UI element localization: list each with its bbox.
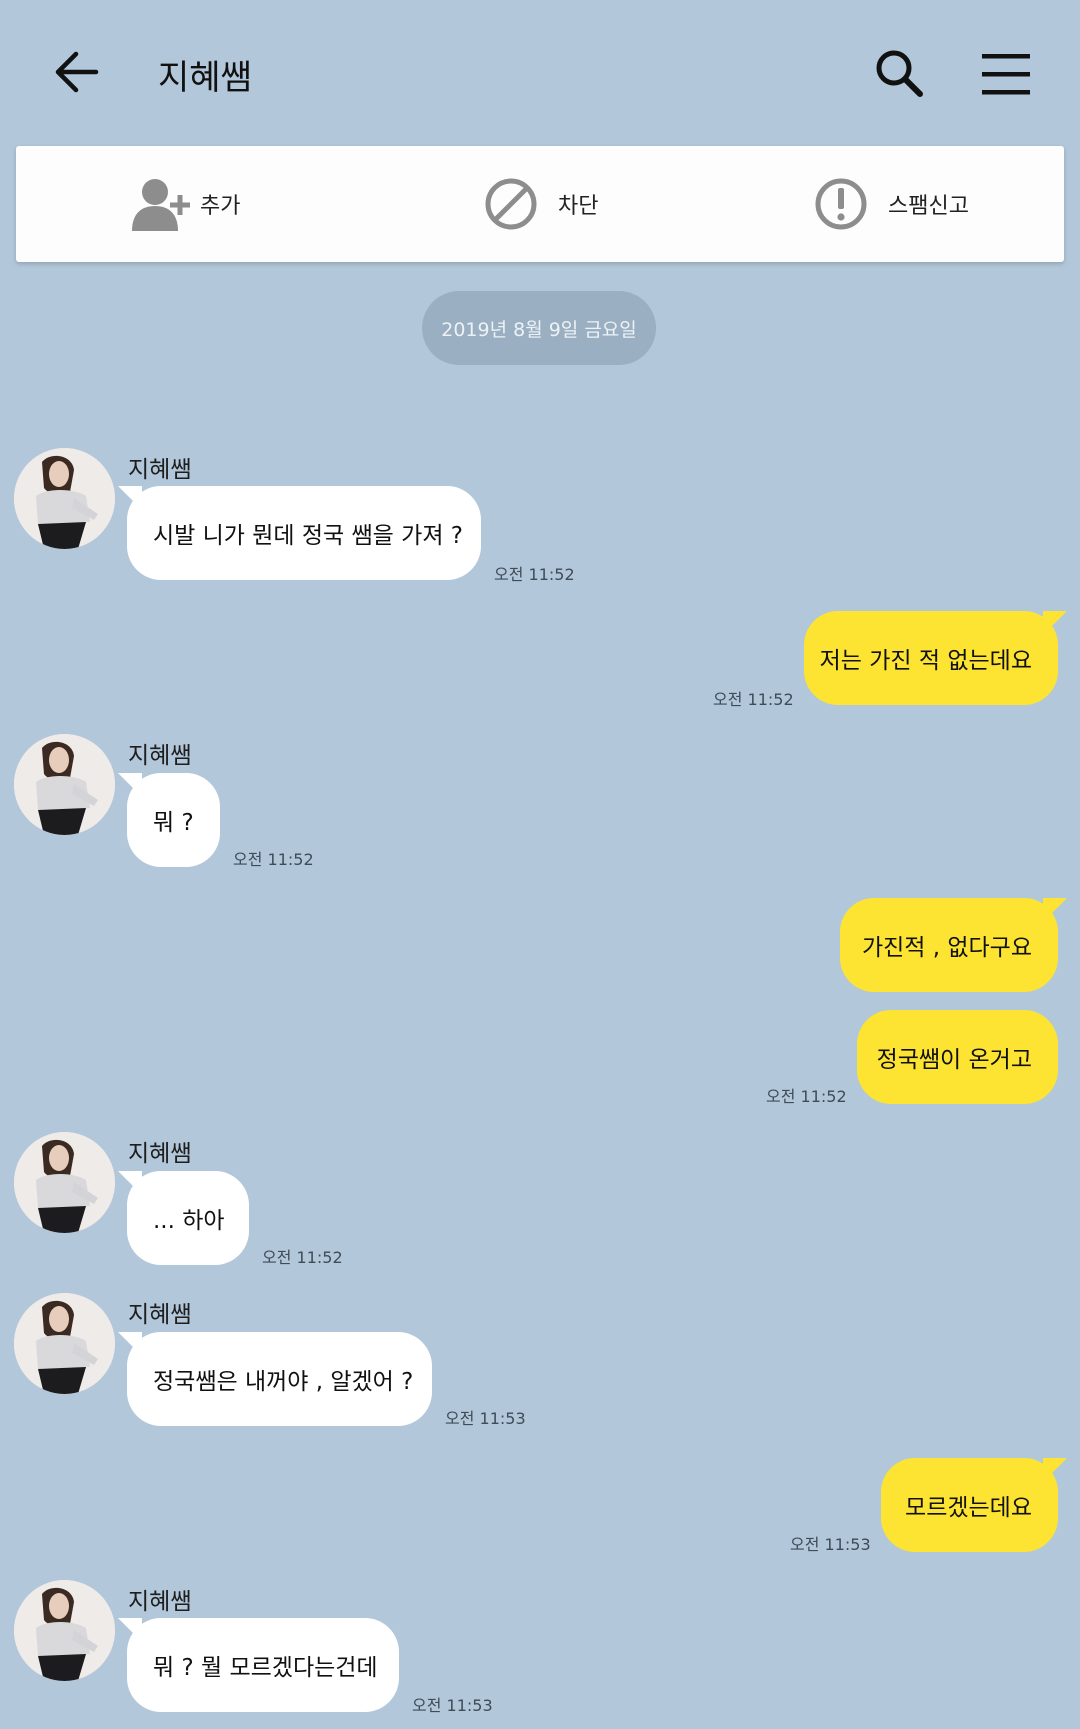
message-text: 저는 가진 적 없는데요 xyxy=(819,648,1032,674)
profile-photo xyxy=(14,1580,115,1681)
message-bubble[interactable]: 모르겠는데요 xyxy=(881,1458,1067,1552)
message-text: ... 하아 xyxy=(153,1208,225,1234)
bubble-tail xyxy=(1043,611,1067,635)
chat-title: 지혜쌤 xyxy=(158,58,252,98)
sender-name: 지혜쌤 xyxy=(128,743,192,769)
bubble-tail xyxy=(1043,1458,1067,1482)
profile-photo xyxy=(14,734,115,835)
message-text: 정국쌤은 내꺼야 , 알겠어 ? xyxy=(153,1369,414,1395)
message-time: 오전 11:52 xyxy=(494,565,575,584)
message-bubble[interactable]: 뭐 ? xyxy=(118,773,220,867)
avatar[interactable] xyxy=(14,448,115,549)
add-friend-button[interactable]: 추가 xyxy=(130,146,240,262)
avatar[interactable] xyxy=(14,1293,115,1394)
message-bubble[interactable]: 정국쌤은 내꺼야 , 알겠어 ? xyxy=(118,1332,432,1426)
add-label: 추가 xyxy=(200,194,241,219)
message-bubble[interactable]: 시발 니가 뭔데 정국 쌤을 가져 ? xyxy=(118,486,481,580)
message-bubble[interactable]: ... 하아 xyxy=(118,1171,249,1265)
message-text: 정국쌤이 온거고 xyxy=(876,1047,1032,1073)
report-spam-label: 스팸신고 xyxy=(888,194,969,219)
hamburger-menu-icon[interactable] xyxy=(982,52,1030,96)
bubble-tail xyxy=(118,1171,142,1195)
block-icon xyxy=(485,178,537,230)
avatar[interactable] xyxy=(14,1580,115,1681)
message-text: 시발 니가 뭔데 정국 쌤을 가져 ? xyxy=(153,523,463,549)
message-bubble[interactable]: 정국쌤이 온거고 xyxy=(857,1010,1058,1104)
message-time: 오전 11:53 xyxy=(445,1409,526,1428)
action-bar: 추가 차단 스팸신고 xyxy=(16,146,1064,262)
block-button[interactable]: 차단 xyxy=(484,146,598,262)
message-text: 가진적 , 없다구요 xyxy=(861,935,1032,961)
exclamation-circle-icon xyxy=(815,178,867,230)
message-bubble[interactable]: 가진적 , 없다구요 xyxy=(840,898,1067,992)
message-time: 오전 11:53 xyxy=(790,1535,871,1554)
bubble-tail xyxy=(118,1618,142,1642)
avatar[interactable] xyxy=(14,1132,115,1233)
message-time: 오전 11:52 xyxy=(233,850,314,869)
sender-name: 지혜쌤 xyxy=(128,1589,192,1615)
top-bar: 지혜쌤 xyxy=(0,0,1080,146)
avatar[interactable] xyxy=(14,734,115,835)
message-bubble[interactable]: 저는 가진 적 없는데요 xyxy=(804,611,1067,705)
sender-name: 지혜쌤 xyxy=(128,1302,192,1328)
profile-photo xyxy=(14,448,115,549)
sender-name: 지혜쌤 xyxy=(128,1141,192,1167)
block-label: 차단 xyxy=(558,194,599,219)
message-time: 오전 11:52 xyxy=(713,690,794,709)
message-text: 모르겠는데요 xyxy=(905,1495,1032,1521)
bubble-tail xyxy=(118,773,142,797)
sender-name: 지혜쌤 xyxy=(128,457,192,483)
bubble-tail xyxy=(118,486,142,510)
message-bubble[interactable]: 뭐 ? 뭘 모르겠다는건데 xyxy=(118,1618,399,1712)
report-spam-button[interactable]: 스팸신고 xyxy=(814,146,969,262)
arrow-left-icon[interactable] xyxy=(52,48,100,96)
profile-photo xyxy=(14,1293,115,1394)
search-icon[interactable] xyxy=(874,48,924,98)
date-divider: 2019년 8월 9일 금요일 xyxy=(422,291,656,365)
message-time: 오전 11:52 xyxy=(262,1248,343,1267)
bubble-tail xyxy=(1043,898,1067,922)
add-person-icon xyxy=(132,179,190,231)
bubble-tail xyxy=(118,1332,142,1356)
message-text: 뭐 ? xyxy=(153,810,194,836)
message-text: 뭐 ? 뭘 모르겠다는건데 xyxy=(153,1655,378,1681)
profile-photo xyxy=(14,1132,115,1233)
message-time: 오전 11:53 xyxy=(412,1696,493,1715)
message-time: 오전 11:52 xyxy=(766,1087,847,1106)
